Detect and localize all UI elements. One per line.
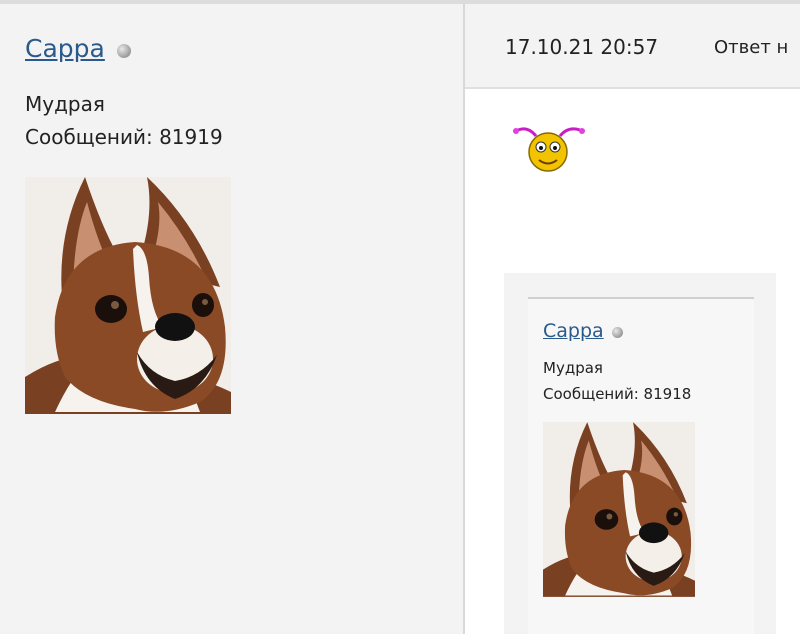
avatar-dog-icon <box>25 177 231 414</box>
offline-status-icon <box>116 43 131 58</box>
quoted-author-rank: Мудрая <box>543 359 603 377</box>
author-rank: Мудрая <box>25 92 105 116</box>
author-panel: Сарра Мудрая Сообщений: 81919 <box>0 4 465 634</box>
quoted-avatar-dog-icon <box>543 422 695 597</box>
post-action-label[interactable]: Ответ н <box>714 37 788 58</box>
quoted-author-post-count: Сообщений: 81918 <box>543 385 692 403</box>
offline-status-icon <box>611 327 623 338</box>
post-date: 17.10.21 20:57 <box>505 35 659 59</box>
author-row: Сарра <box>25 34 131 63</box>
author-post-count: Сообщений: 81919 <box>25 125 223 149</box>
quoted-author-name-link[interactable]: Сарра <box>543 320 604 342</box>
quoted-author-panel: Сарра Мудрая Сообщений: 81918 <box>528 299 754 634</box>
author-name-link[interactable]: Сарра <box>25 34 105 63</box>
quoted-author-row: Сарра <box>543 320 623 342</box>
quote-block: Сарра Мудрая Сообщений: 81918 <box>504 273 776 634</box>
post-header: 17.10.21 20:57 Ответ н <box>465 4 800 89</box>
smiley-icon <box>510 120 588 178</box>
